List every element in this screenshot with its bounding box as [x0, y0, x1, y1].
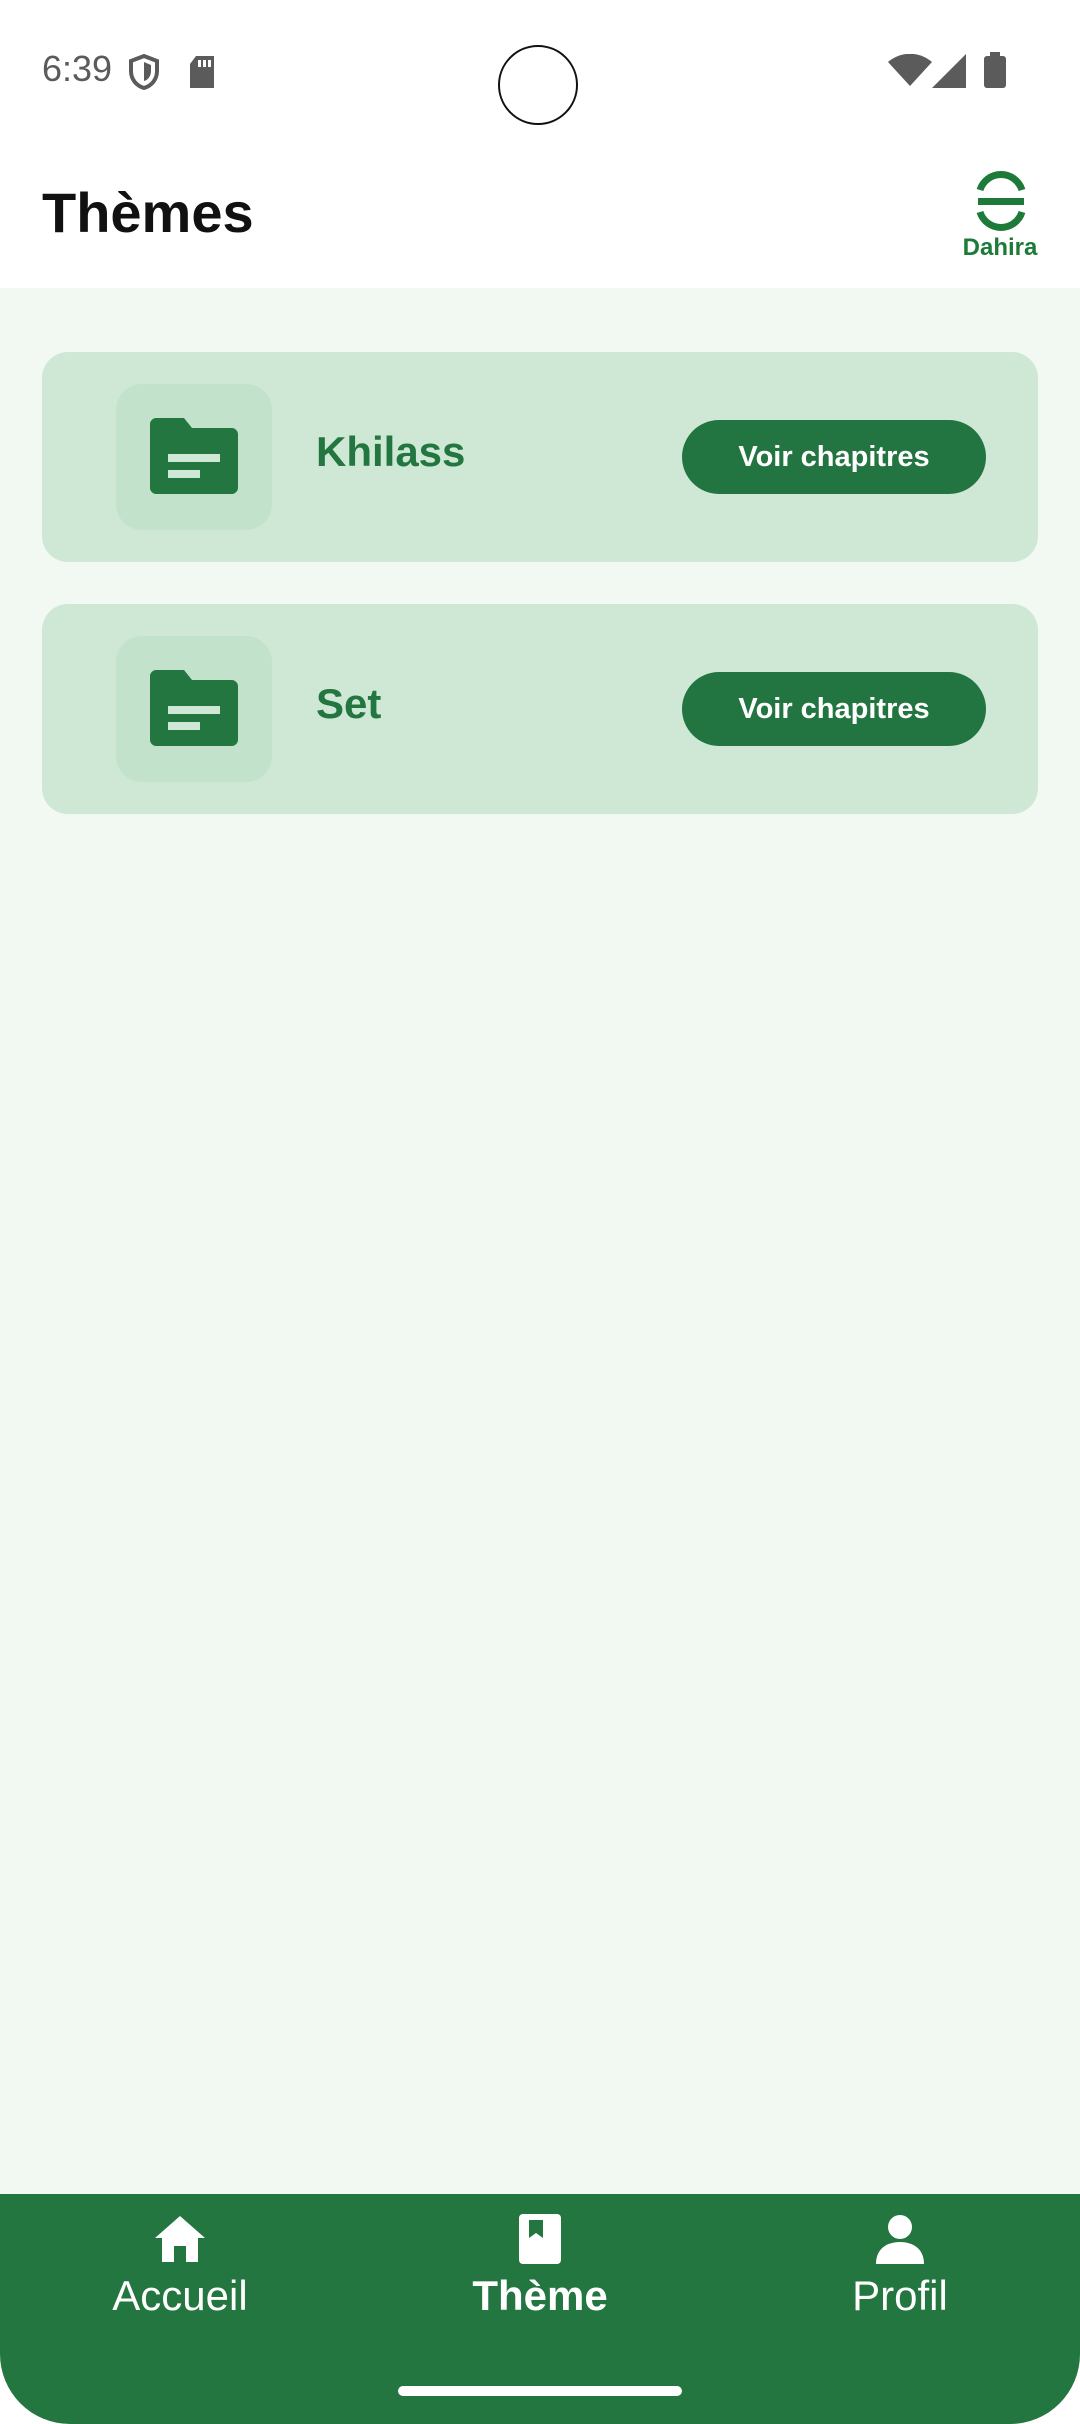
logo-emblem-icon [976, 171, 1026, 231]
nav-item-accueil[interactable]: Accueil [30, 2214, 330, 2364]
home-indicator[interactable] [398, 2386, 682, 2396]
front-camera [498, 45, 578, 125]
theme-title: Khilass [316, 428, 466, 475]
folder-icon-container [116, 384, 272, 530]
status-bar: 6:39 [0, 0, 1080, 150]
book-icon [519, 2214, 561, 2264]
nav-label-theme: Thème [472, 2272, 608, 2319]
page-title: Thèmes [42, 181, 254, 244]
app-bar: Thèmes Dahira [0, 150, 1080, 288]
theme-card[interactable]: Khilass Voir chapitres [42, 352, 1038, 562]
nav-label-profil: Profil [852, 2272, 948, 2319]
folder-icon [150, 670, 238, 746]
screen: 6:39 Thèmes Dahira Khilass Voir chapitre… [0, 0, 1080, 2424]
voir-chapitres-button[interactable]: Voir chapitres [682, 672, 986, 746]
nav-label-accueil: Accueil [112, 2272, 248, 2319]
shield-icon [128, 53, 160, 95]
wifi-icon [888, 53, 932, 91]
status-time: 6:39 [42, 48, 113, 89]
folder-icon [150, 418, 238, 494]
home-icon [155, 2216, 205, 2262]
theme-title: Set [316, 680, 382, 727]
battery-icon [984, 52, 1006, 93]
voir-chapitres-button[interactable]: Voir chapitres [682, 420, 986, 494]
nav-item-profil[interactable]: Profil [750, 2214, 1050, 2364]
person-icon [876, 2215, 924, 2264]
logo-text: Dahira [962, 234, 1038, 261]
theme-card[interactable]: Set Voir chapitres [42, 604, 1038, 814]
sd-card-icon [188, 56, 216, 93]
signal-icon [932, 54, 966, 93]
nav-item-theme[interactable]: Thème [390, 2214, 690, 2364]
folder-icon-container [116, 636, 272, 782]
dahira-logo: Dahira [950, 168, 1050, 268]
